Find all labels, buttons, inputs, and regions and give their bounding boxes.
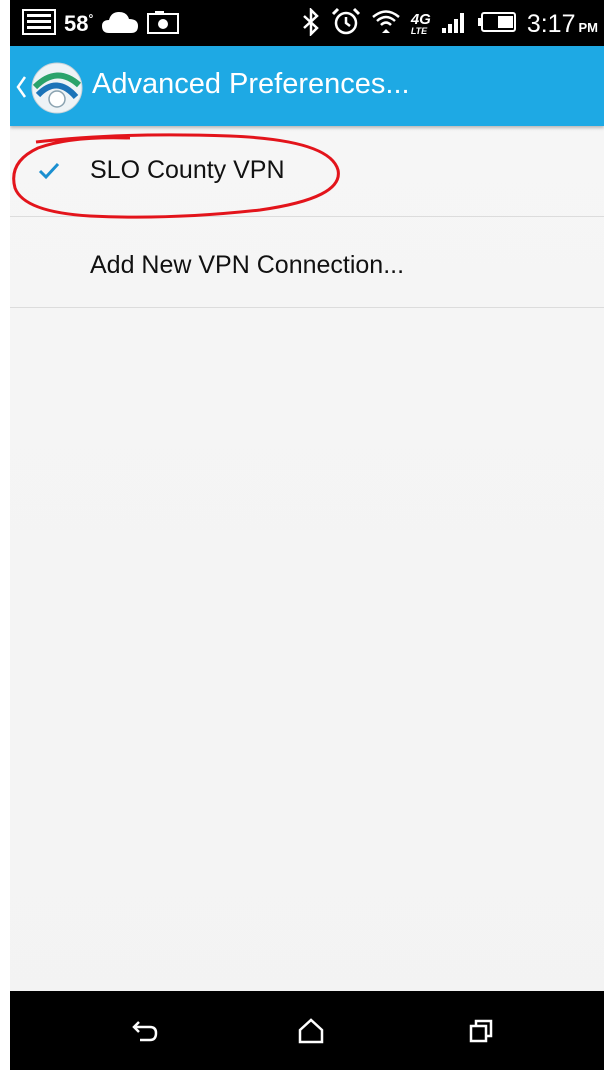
battery-icon: [477, 11, 517, 38]
up-navigation-icon[interactable]: [14, 72, 28, 102]
recents-button[interactable]: [456, 1011, 506, 1051]
vpn-connection-list: SLO County VPN Add New VPN Connection...: [10, 126, 604, 308]
wifi-icon: [371, 7, 401, 42]
home-button[interactable]: [286, 1011, 336, 1051]
camera-icon: [147, 10, 180, 39]
back-button[interactable]: [120, 1011, 170, 1051]
checkmark-icon: [38, 162, 60, 180]
clock-readout: 3:17 PM: [527, 10, 598, 39]
list-item-label: Add New VPN Connection...: [90, 251, 405, 279]
action-bar: Advanced Preferences...: [10, 46, 604, 126]
temperature-readout: 58°: [64, 11, 93, 37]
status-bar: 58° 4G LTE 3:17 PM: [10, 0, 604, 46]
navigation-bar: [10, 991, 604, 1070]
recents-icon: [469, 1019, 493, 1043]
signal-icon: [441, 10, 467, 39]
temperature-value: 58: [64, 11, 89, 36]
list-item-add-new-vpn[interactable]: Add New VPN Connection...: [10, 217, 604, 308]
message-icon: [22, 8, 56, 40]
bluetooth-icon: [301, 6, 321, 41]
back-icon: [132, 1021, 158, 1042]
home-icon: [298, 1018, 324, 1044]
clock-ampm: PM: [578, 19, 599, 35]
alarm-icon: [331, 7, 361, 42]
list-item-slo-county-vpn[interactable]: SLO County VPN: [10, 126, 604, 217]
status-right-group: 4G LTE 3:17 PM: [301, 6, 598, 42]
cloud-icon: [101, 9, 139, 40]
network-type-label: 4G LTE: [410, 12, 431, 36]
list-item-label: SLO County VPN: [90, 156, 285, 184]
phone-screen: 58° 4G LTE 3:17 PM Advanced Preferences.…: [10, 0, 604, 1070]
status-left-group: 58°: [22, 8, 180, 40]
page-title: Advanced Preferences...: [92, 68, 410, 100]
anyconnect-logo-icon[interactable]: [30, 61, 84, 115]
clock-time: 3:17: [526, 9, 576, 38]
degree-symbol: °: [88, 11, 94, 26]
network-type-bottom: LTE: [410, 26, 428, 36]
